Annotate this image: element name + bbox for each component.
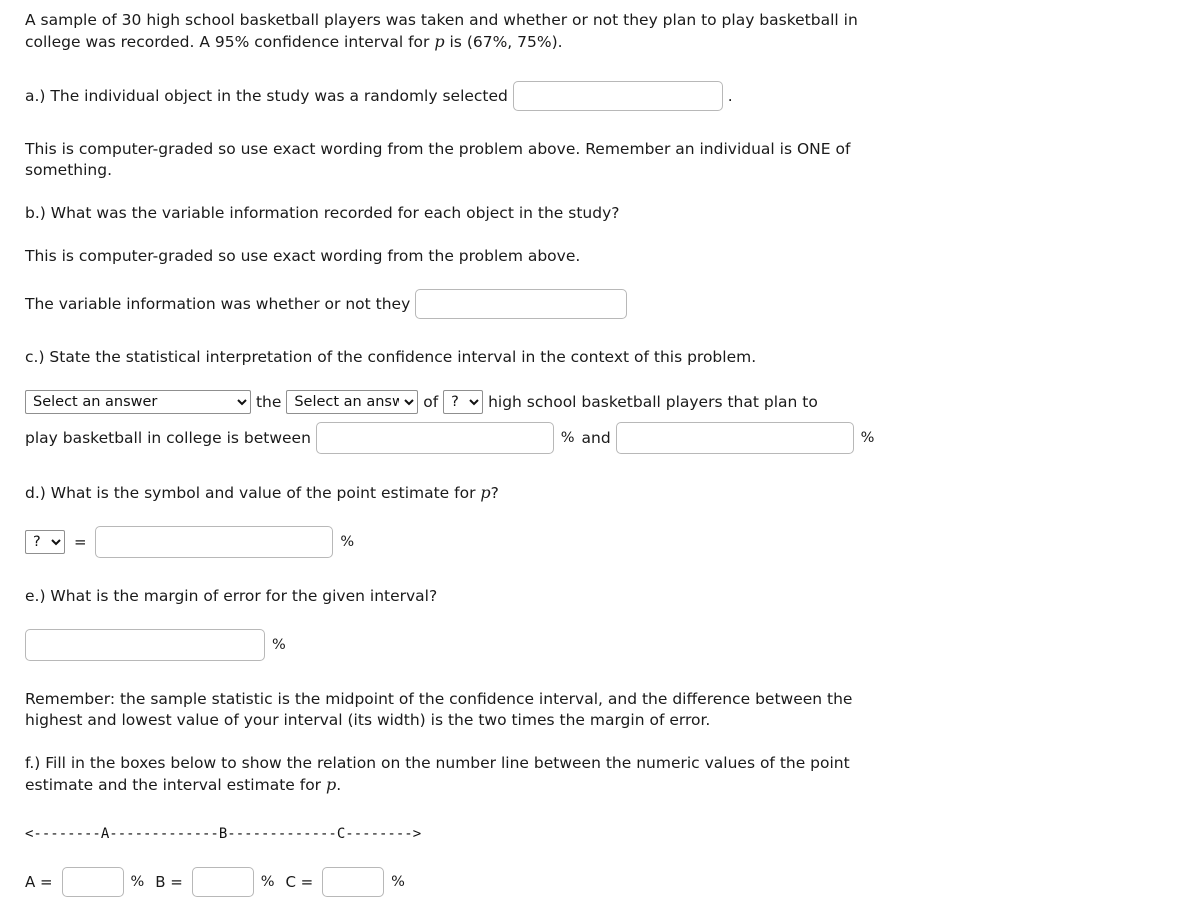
part-c-select-1[interactable]: Select an answer: [25, 390, 251, 414]
part-d-equals-sign: =: [73, 532, 87, 551]
part-f-label-c: C =: [285, 872, 314, 891]
part-c-answer-section: Select an answer the Select an answer of…: [0, 390, 1000, 454]
problem-statement: A sample of 30 high school basketball pl…: [0, 10, 900, 53]
problem-statement-text-2: is (67%, 75%).: [444, 33, 563, 51]
part-e-hint: Remember: the sample statistic is the mi…: [25, 690, 853, 729]
part-f-percent-a: %: [130, 873, 145, 890]
part-c-percent-1: %: [560, 429, 575, 446]
part-c-prompt: c.) State the statistical interpretation…: [25, 348, 757, 366]
part-f-prompt-text-1: f.) Fill in the boxes below to show the …: [25, 754, 850, 794]
part-e-answer-row: %: [0, 629, 1000, 661]
worksheet-page: A sample of 30 high school basketball pl…: [0, 0, 1200, 897]
part-c-text-and: and: [581, 428, 611, 447]
part-f-answer-row: A = % B = % C = %: [0, 867, 1200, 897]
part-f-label-b: B =: [155, 872, 183, 891]
part-a-hint: This is computer-graded so use exact wor…: [25, 140, 851, 179]
part-f-prompt-text-2: .: [336, 776, 342, 794]
problem-statement-variable-p: p: [434, 32, 445, 51]
part-d-percent: %: [340, 533, 355, 550]
part-d-prompt-text-2: ?: [490, 484, 499, 502]
part-c-row-1: Select an answer the Select an answer of…: [25, 390, 1000, 414]
part-d-value-input[interactable]: [95, 526, 334, 558]
part-b-prompt: b.) What was the variable information re…: [25, 204, 620, 222]
part-d-symbol-select[interactable]: ?: [25, 530, 65, 554]
part-b-answer-row: The variable information was whether or …: [0, 289, 1000, 319]
part-c-text-line2: play basketball in college is between: [25, 428, 311, 447]
part-c-text-of: of: [423, 392, 439, 411]
part-d-prompt: d.) What is the symbol and value of the …: [0, 482, 900, 504]
part-b-answer-input[interactable]: [415, 289, 628, 319]
part-f-input-b[interactable]: [191, 867, 254, 897]
part-d-variable-p: p: [480, 483, 491, 502]
part-d-answer-row: ? = %: [0, 526, 1000, 558]
part-a-answer-input[interactable]: [512, 81, 723, 111]
part-f-percent-b: %: [260, 873, 275, 890]
part-b-sentence: The variable information was whether or …: [25, 294, 411, 313]
part-f-label-a: A =: [25, 872, 53, 891]
part-f-variable-p: p: [325, 775, 337, 794]
number-line-diagram: <--------A-------------B-------------C--…: [25, 826, 422, 842]
part-f-percent-c: %: [391, 873, 405, 890]
part-e-prompt: e.) What is the margin of error for the …: [25, 587, 438, 605]
part-f-prompt: f.) Fill in the boxes below to show the …: [0, 753, 900, 796]
part-a-prompt: a.) The individual object in the study w…: [25, 86, 508, 105]
part-d-prompt-text-1: d.) What is the symbol and value of the …: [25, 484, 481, 502]
part-c-select-3[interactable]: ?: [443, 390, 484, 414]
part-c-lower-bound-input[interactable]: [315, 422, 554, 454]
part-e-margin-of-error-input[interactable]: [25, 629, 265, 661]
part-a-period: .: [727, 86, 733, 105]
part-c-text-tail: high school basketball players that plan…: [488, 392, 818, 411]
part-c-select-2[interactable]: Select an answer: [286, 390, 419, 414]
part-f-input-c[interactable]: [322, 867, 385, 897]
part-c-percent-2: %: [860, 429, 875, 446]
part-c-text-the: the: [255, 392, 282, 411]
part-b-hint: This is computer-graded so use exact wor…: [25, 247, 581, 265]
part-e-percent: %: [271, 636, 286, 653]
part-c-row-2: play basketball in college is between % …: [25, 422, 1000, 454]
part-c-upper-bound-input[interactable]: [615, 422, 854, 454]
part-a-section: a.) The individual object in the study w…: [0, 81, 1000, 111]
part-f-input-a[interactable]: [61, 867, 124, 897]
